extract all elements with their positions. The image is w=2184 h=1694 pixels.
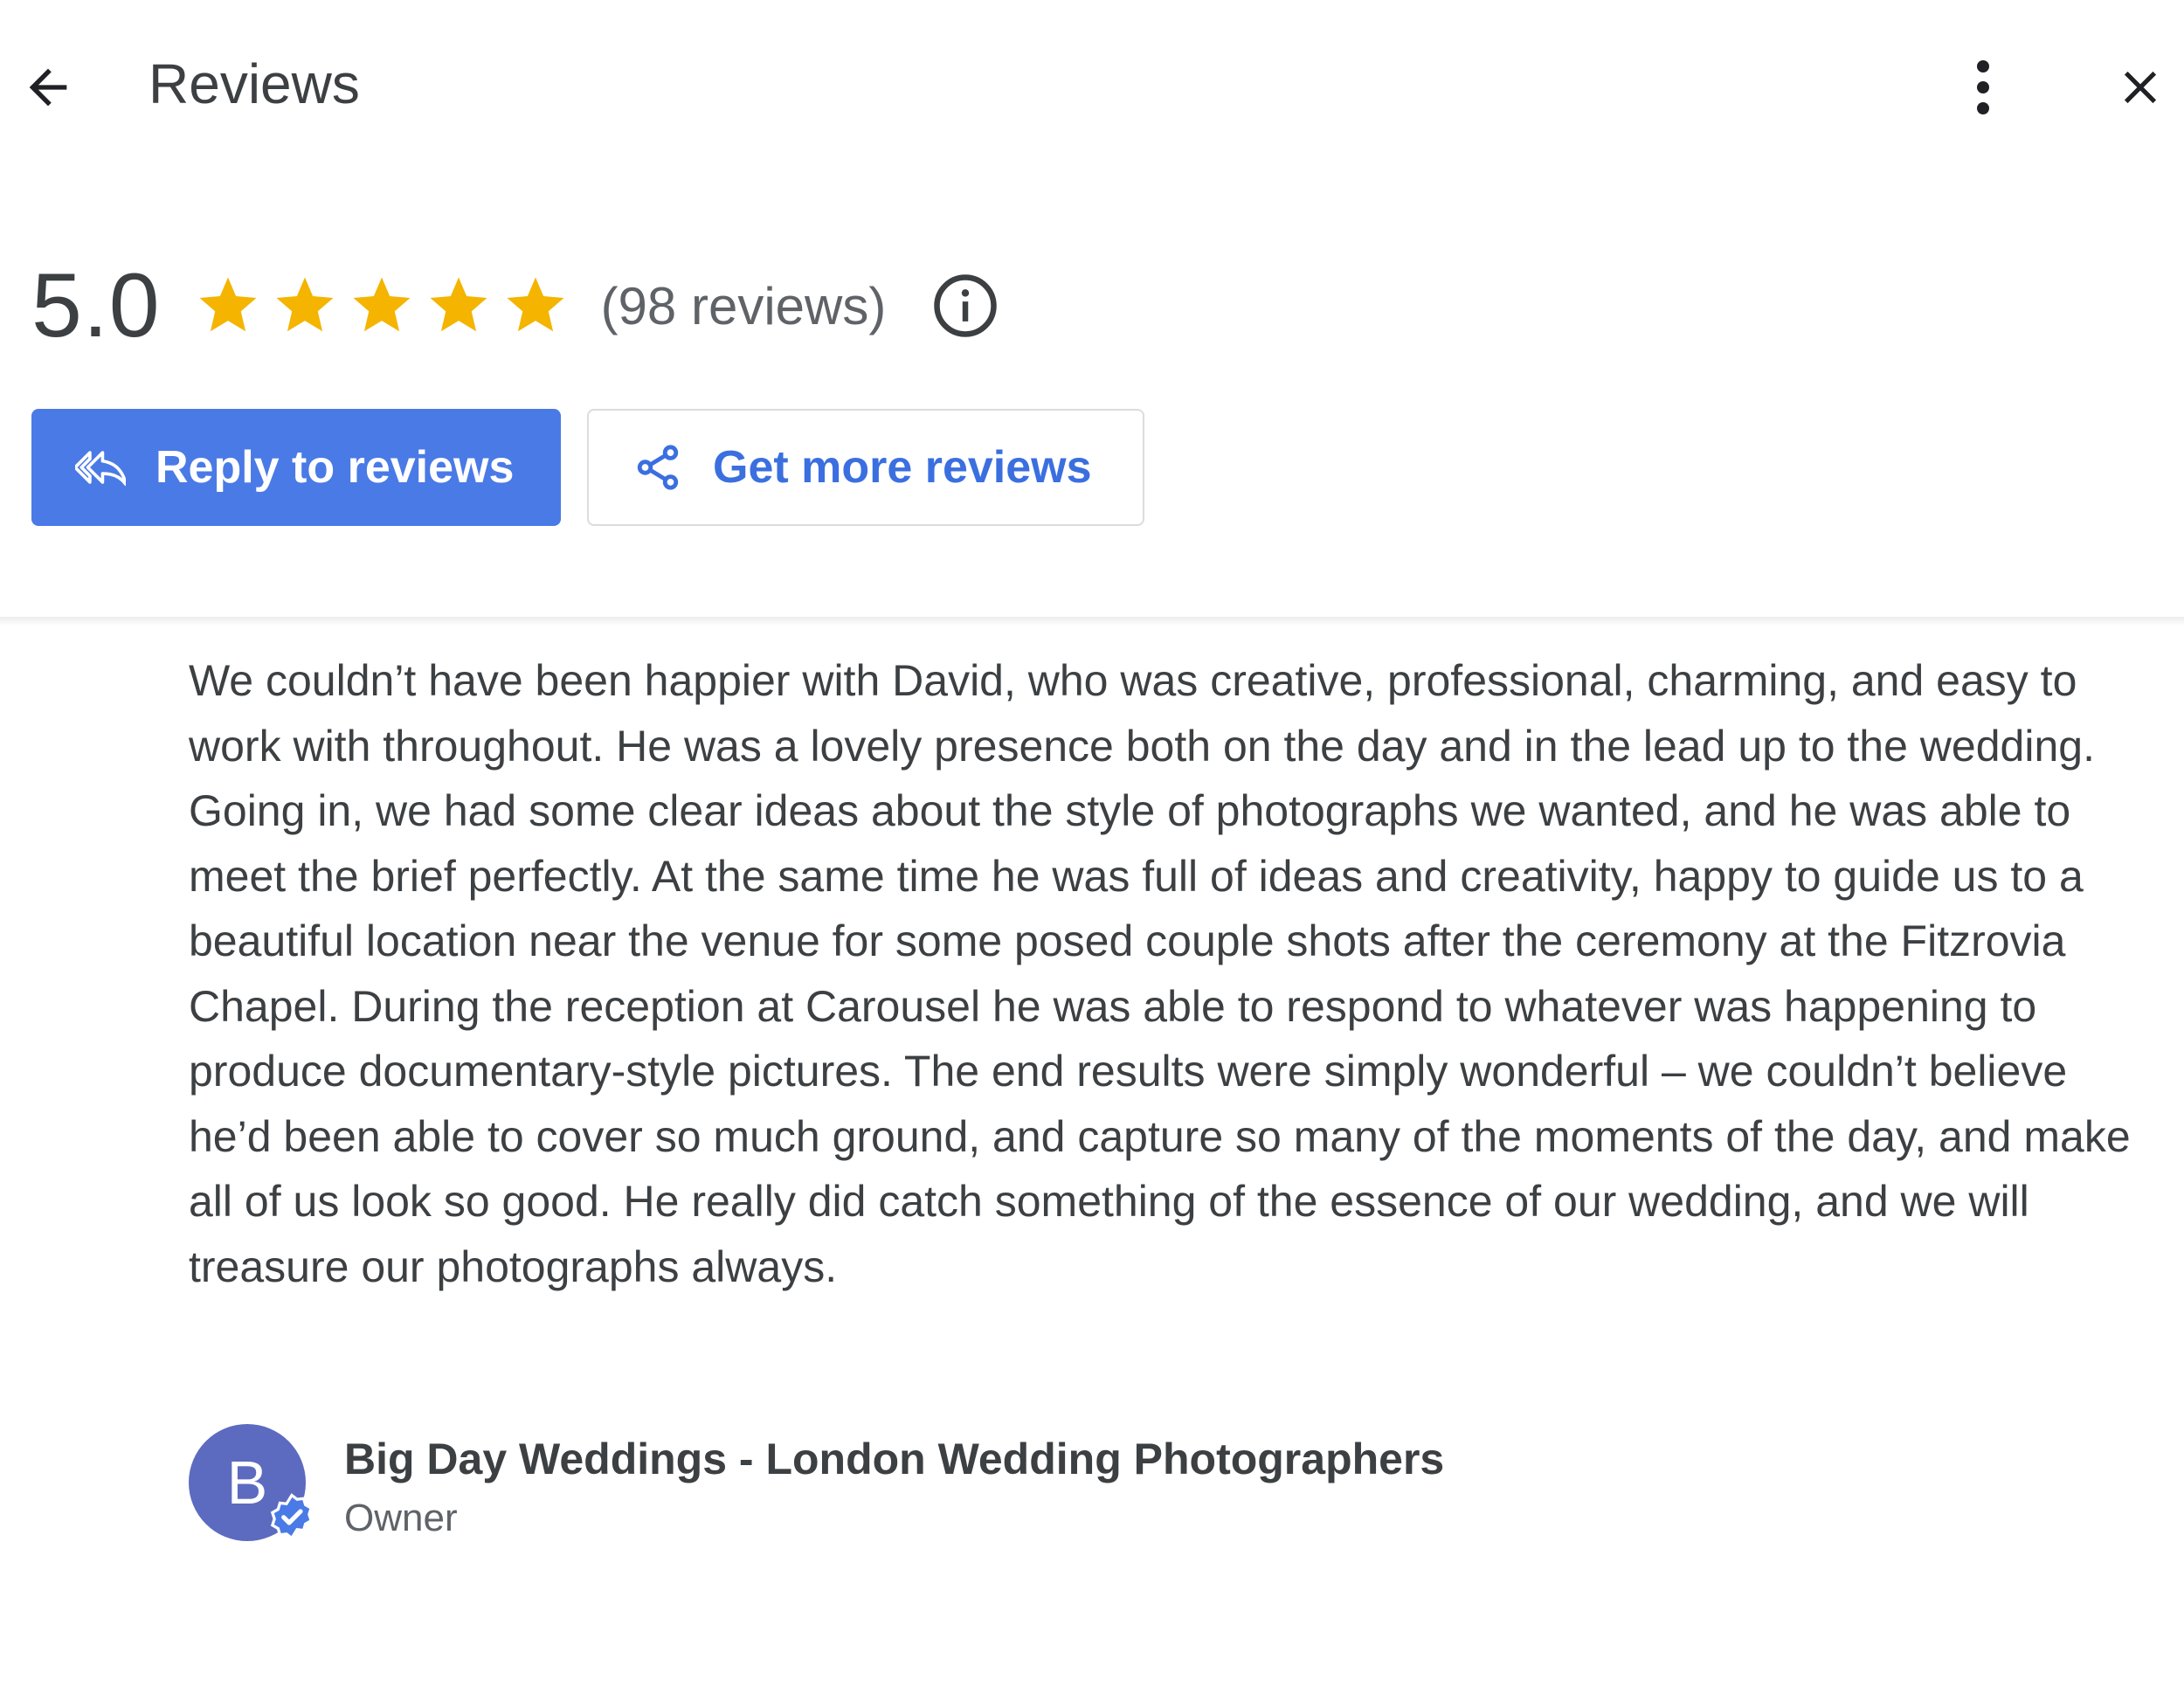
close-icon — [2124, 71, 2157, 104]
back-button[interactable] — [9, 48, 87, 127]
star-icon — [430, 277, 487, 332]
review-text: We couldn’t have been happier with David… — [189, 656, 2131, 1291]
arrow-back-icon — [29, 68, 67, 107]
owner-reply-header: B Big Day Weddings - London Wedding Phot… — [189, 1424, 1444, 1545]
avatar: B — [189, 1424, 314, 1541]
star-icon — [353, 277, 411, 332]
share-icon — [637, 445, 679, 490]
info-button[interactable] — [930, 270, 1001, 342]
review-count: (98 reviews) — [600, 276, 887, 335]
info-icon — [934, 274, 998, 337]
close-button[interactable] — [2101, 48, 2180, 127]
review-actions: Reply to reviews Get more reviews — [31, 409, 1144, 526]
owner-name: Big Day Weddings - London Wedding Photog… — [344, 1435, 1445, 1483]
average-rating: 5.0 — [31, 255, 161, 356]
page-title: Reviews — [149, 52, 360, 115]
avatar-letter: B — [226, 1449, 268, 1517]
more-vert-icon — [1977, 60, 1989, 114]
more-options-button[interactable] — [1944, 48, 2022, 127]
star-rating — [194, 272, 578, 340]
star-icon — [276, 277, 334, 332]
owner-role: Owner — [344, 1497, 458, 1539]
reply-all-icon — [75, 451, 126, 487]
reply-to-reviews-button[interactable]: Reply to reviews — [31, 409, 561, 526]
get-more-reviews-label: Get more reviews — [713, 442, 1092, 493]
header-divider — [0, 617, 2184, 626]
owner-info: Big Day Weddings - London Wedding Photog… — [344, 1431, 1444, 1545]
rating-summary: 5.0 (98 reviews) — [31, 253, 1001, 358]
top-app-bar: Reviews — [0, 0, 2184, 175]
reply-to-reviews-label: Reply to reviews — [156, 442, 515, 493]
star-icon — [507, 277, 564, 332]
get-more-reviews-button[interactable]: Get more reviews — [587, 409, 1144, 526]
star-icon — [199, 277, 257, 332]
verified-badge-icon — [270, 1493, 314, 1540]
